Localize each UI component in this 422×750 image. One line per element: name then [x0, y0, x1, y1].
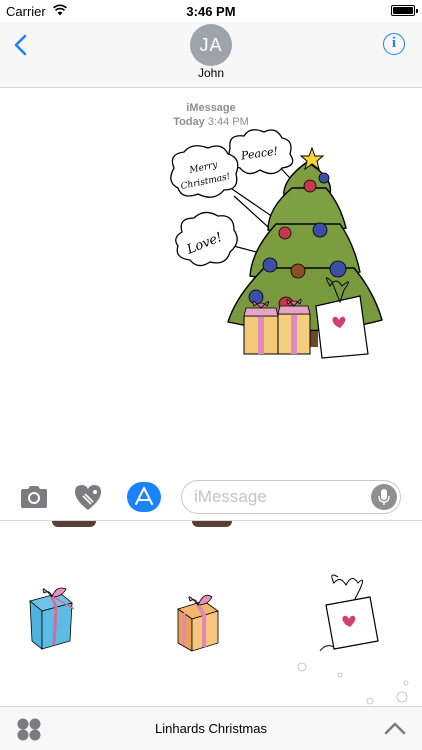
sticker-pack-name: Linhards Christmas [155, 721, 267, 736]
blue-gift-box-sticker[interactable] [22, 579, 78, 653]
speech-bubble-peace: Peace! [228, 129, 294, 175]
microphone-icon[interactable] [371, 484, 397, 510]
christmas-tree-sticker[interactable]: Peace! Merry Christmas! Love! [164, 126, 390, 374]
expand-chevron-icon[interactable] [384, 720, 406, 736]
speech-bubble-love: Love! [175, 211, 238, 267]
partial-sticker[interactable] [52, 521, 96, 527]
message-input-container[interactable] [181, 480, 401, 514]
conversation-view: iMessage Today 3:44 PM Peace! Merry Chri… [0, 89, 422, 474]
compose-bar [0, 474, 422, 520]
gold-gift-box-sticker[interactable] [170, 585, 226, 657]
avatar[interactable]: JA [190, 24, 232, 66]
sticker-drawer [0, 520, 422, 706]
gift-box [277, 299, 311, 355]
info-icon[interactable]: i [383, 33, 405, 55]
snowflake-dots [297, 662, 409, 705]
gift-box [243, 301, 279, 355]
partial-sticker[interactable] [192, 521, 232, 527]
clock: 3:46 PM [186, 4, 236, 19]
gift-tag-heart-sticker[interactable] [318, 571, 384, 653]
contact-name[interactable]: John [0, 66, 422, 80]
status-bar: Carrier 3:46 PM [0, 0, 422, 22]
message-input[interactable] [194, 481, 364, 513]
imessage-screen: Carrier 3:46 PM JA John i iMessage Today… [0, 0, 422, 750]
back-chevron-icon[interactable] [12, 34, 30, 56]
service-label: iMessage [186, 102, 236, 114]
speech-bubble-merry-christmas: Merry Christmas! [170, 145, 239, 198]
app-drawer-bar: Linhards Christmas [0, 706, 422, 750]
app-store-icon[interactable] [127, 482, 161, 512]
digital-touch-heart-icon[interactable] [71, 482, 105, 512]
conversation-header: JA John i [0, 22, 422, 88]
camera-icon[interactable] [18, 483, 50, 511]
battery-icon [391, 5, 418, 16]
